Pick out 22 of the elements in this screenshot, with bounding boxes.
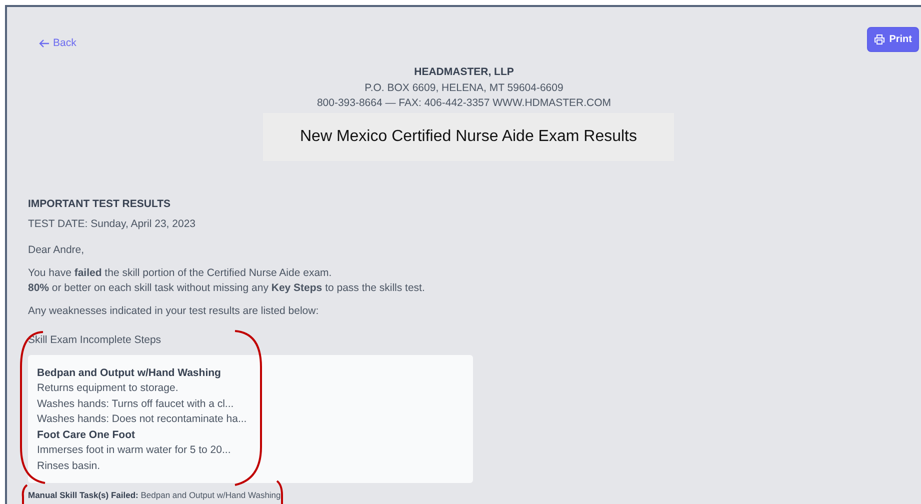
task-name: Foot Care One Foot — [37, 428, 136, 442]
arrow-left-icon — [39, 39, 50, 48]
greeting: Dear Andre, — [28, 244, 84, 256]
step-text: Washes hands: Does not recontaminate ha... — [37, 412, 248, 427]
step-text: Returns equipment to storage. — [37, 381, 180, 396]
results-heading: IMPORTANT TEST RESULTS — [28, 198, 171, 210]
print-button[interactable]: Print — [867, 27, 919, 52]
printer-icon — [874, 34, 886, 45]
company-contact: 800-393-8664 — FAX: 406-442-3357 WWW.HDMASTER.COM — [316, 97, 612, 109]
test-date: TEST DATE: Sunday, April 23, 2023 — [28, 218, 196, 230]
failed-summary: Manual Skill Task(s) Failed: Bedpan and Output w/Hand Washing — [28, 489, 281, 502]
step-text: Immerses foot in warm water for 5 to 20... — [37, 443, 232, 458]
result-text: You have failed the skill portion of the Certified Nurse Aide exam. — [28, 266, 332, 278]
back-link[interactable]: Back — [39, 36, 76, 52]
exam-title: New Mexico Certified Nurse Aide Exam Results — [263, 112, 674, 160]
company-name: HEADMASTER, LLP — [414, 66, 514, 78]
company-address: P.O. BOX 6609, HELENA, MT 59604-6609 — [364, 82, 564, 94]
step-text: Rinses basin. — [37, 458, 102, 474]
task-name: Bedpan and Output w/Hand Washing — [37, 366, 222, 380]
weakness-intro: Any weaknesses indicated in your test results are listed below: — [28, 304, 319, 316]
result-text: 80% or better on each skill task without missing any Key Steps to pass the skills test. — [28, 282, 425, 294]
step-text: Washes hands: Turns off faucet with a cl... — [37, 396, 235, 412]
